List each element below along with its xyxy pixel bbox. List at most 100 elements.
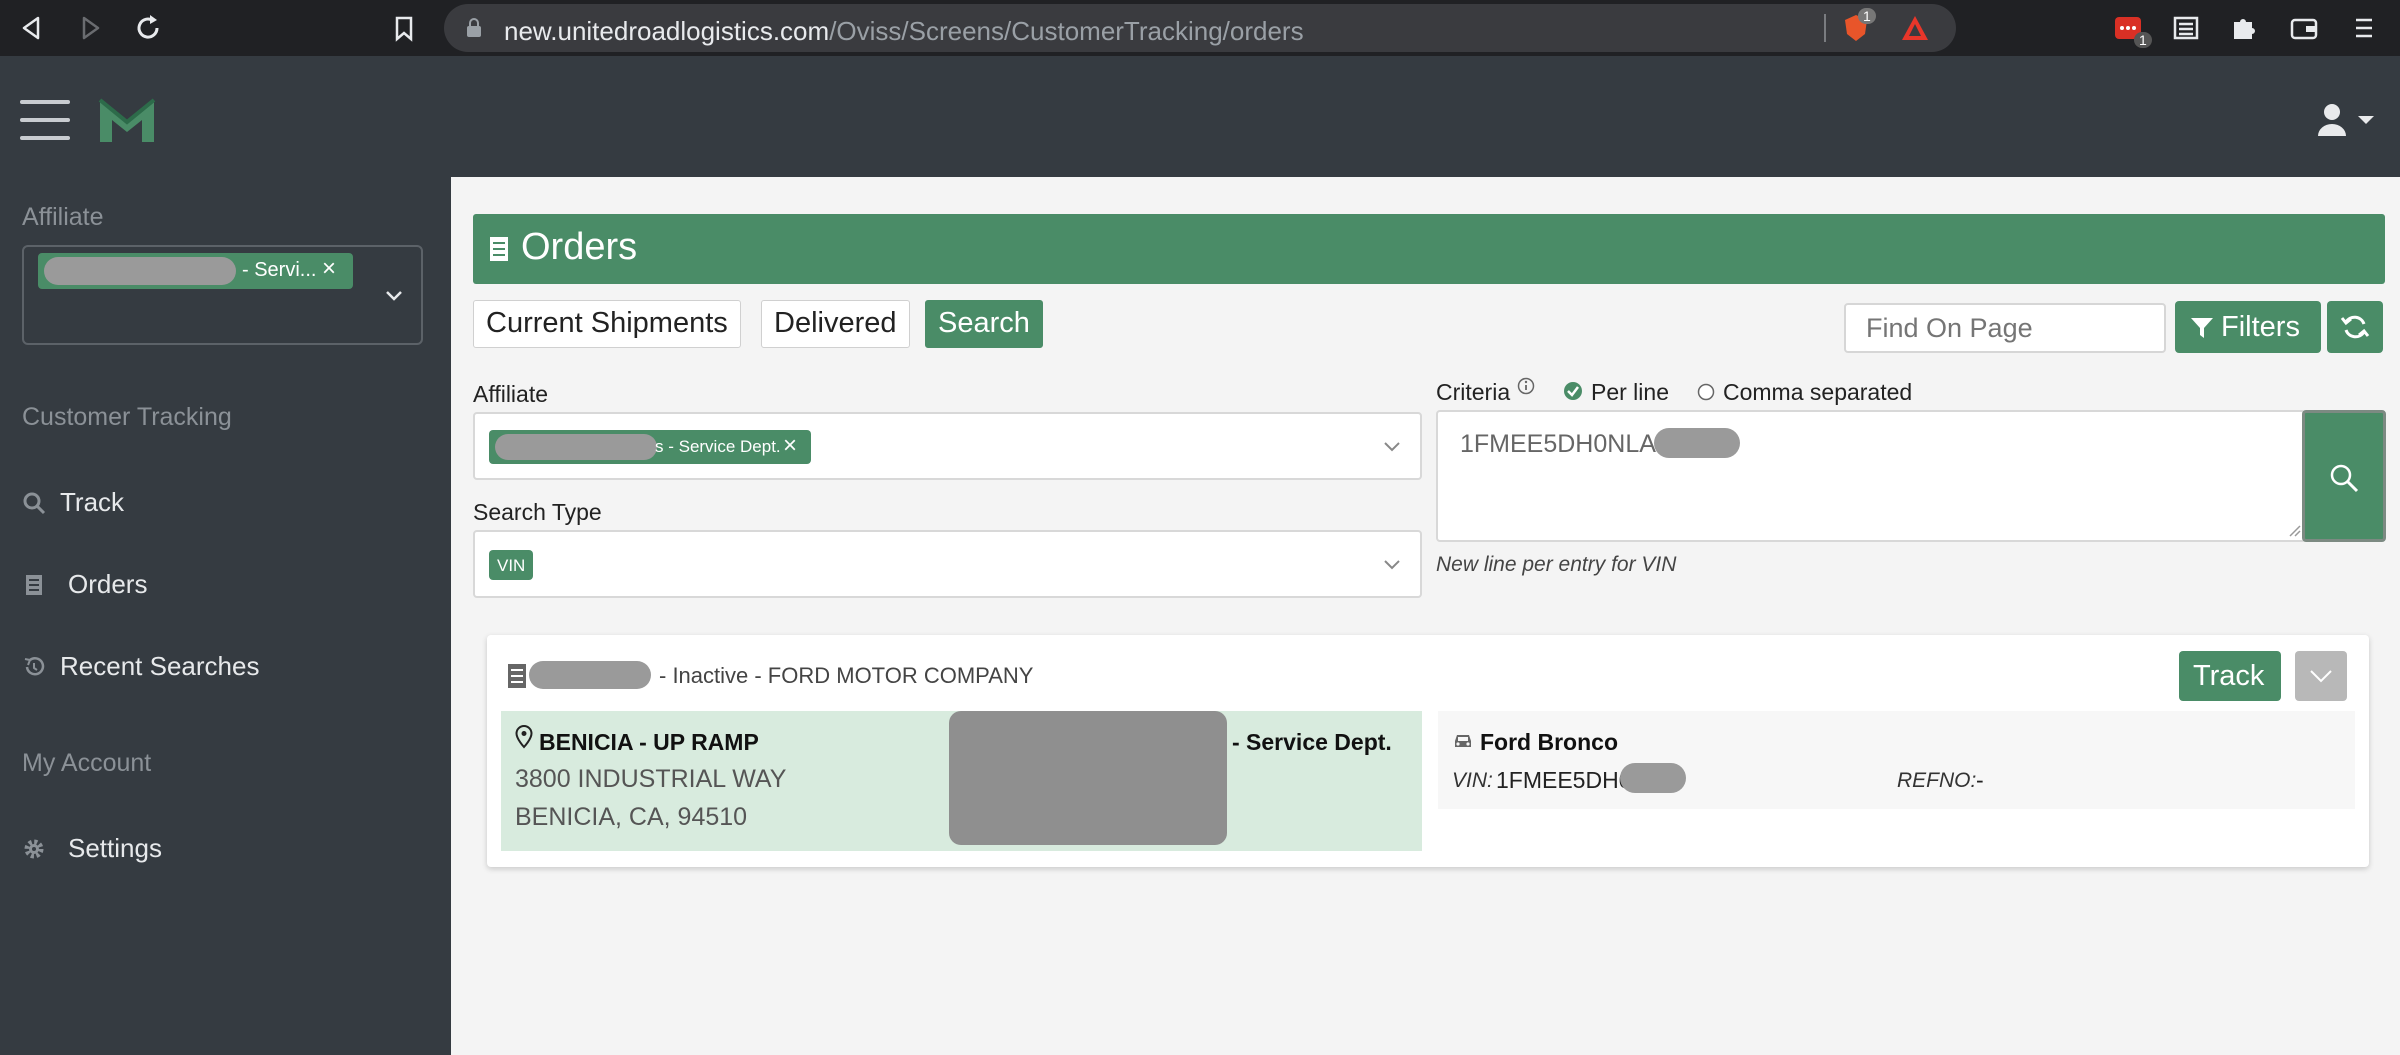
expand-button[interactable] <box>2295 651 2347 701</box>
refresh-button[interactable] <box>2327 301 2383 353</box>
sidebar-affiliate-chip: - Servi... × <box>38 253 353 289</box>
sidebar-item-label: Track <box>60 487 125 517</box>
reload-icon[interactable] <box>130 10 166 46</box>
pickup-address-line-2: BENICIA, CA, 94510 <box>515 803 748 831</box>
result-card: - Inactive - FORD MOTOR COMPANY Track BE… <box>487 635 2369 867</box>
search-button[interactable] <box>2302 410 2386 542</box>
redacted-block <box>529 661 651 689</box>
search-icon <box>23 492 46 515</box>
url-text: new.unitedroadlogistics.com/Oviss/Screen… <box>504 16 1304 46</box>
filters-label: Filters <box>2221 311 2300 343</box>
puzzle-icon[interactable] <box>2228 12 2260 44</box>
logo-icon <box>98 96 156 146</box>
affiliate-label: Affiliate <box>473 381 549 407</box>
extension-badge: 1 <box>2134 32 2152 48</box>
lock-icon <box>467 18 481 37</box>
redacted-block <box>1654 428 1740 458</box>
sidebar-item-label: Settings <box>68 833 162 863</box>
reading-list-icon[interactable] <box>2170 12 2202 44</box>
main-content: Orders Current Shipments Delivered Searc… <box>451 177 2400 1055</box>
vehicle-name: Ford Bronco <box>1480 729 1618 755</box>
radio-checked-icon <box>1564 382 1582 400</box>
tab-search[interactable]: Search <box>925 300 1043 348</box>
resize-handle-icon[interactable] <box>2288 524 2302 538</box>
back-icon[interactable] <box>14 10 50 46</box>
filter-icon <box>2191 318 2213 338</box>
vin-label: VIN: <box>1452 769 1493 792</box>
car-icon <box>1455 735 1471 747</box>
chevron-down-icon <box>1384 442 1400 452</box>
vehicle-info: Ford Bronco VIN: 1FMEE5DH0NLA REFNO: - <box>1438 711 2355 809</box>
chip-label: - Servi... <box>242 259 317 281</box>
history-icon <box>24 657 45 676</box>
find-on-page-input[interactable] <box>1844 303 2166 353</box>
browser-toolbar: new.unitedroadlogistics.com/Oviss/Screen… <box>0 0 2400 56</box>
chevron-down-icon <box>1384 560 1400 570</box>
app-header <box>0 56 2400 177</box>
map-pin-icon <box>515 725 533 749</box>
sidebar: Affiliate - Servi... × Customer Tracking… <box>0 177 451 1055</box>
affiliate-chip: s - Service Dept. × <box>489 430 811 464</box>
forward-icon[interactable] <box>72 10 108 46</box>
receipt-icon <box>490 237 508 261</box>
sidebar-affiliate-select[interactable]: - Servi... × <box>22 245 423 345</box>
criteria-label: Criteria <box>1436 379 1511 405</box>
chip-remove-icon[interactable]: × <box>322 255 336 283</box>
result-status: - Inactive - FORD MOTOR COMPANY <box>659 663 1034 688</box>
address-bar[interactable]: new.unitedroadlogistics.com/Oviss/Screen… <box>444 4 1956 52</box>
bookmark-icon[interactable] <box>386 10 422 46</box>
tab-delivered[interactable]: Delivered <box>761 300 910 348</box>
wallet-icon[interactable] <box>2288 12 2320 44</box>
user-icon <box>2318 104 2374 136</box>
hamburger-icon[interactable] <box>20 100 70 140</box>
brave-badge: 1 <box>1858 8 1876 24</box>
redacted-block <box>949 711 1227 845</box>
page-header: Orders <box>473 214 2385 284</box>
receipt-icon <box>508 664 526 688</box>
search-icon <box>2330 464 2359 493</box>
sidebar-affiliate-label: Affiliate <box>22 203 104 231</box>
chip-label: s - Service Dept. <box>655 437 781 456</box>
track-button-label: Track <box>2193 660 2265 692</box>
service-dept: - Service Dept. <box>1232 729 1392 755</box>
rewards-icon[interactable] <box>1900 14 1930 44</box>
extension-icon[interactable]: 1 <box>2112 12 2152 48</box>
info-icon[interactable] <box>1517 377 1535 395</box>
sidebar-item-label: Orders <box>68 569 148 599</box>
radio-unchecked-icon <box>1697 383 1715 401</box>
refno-value: - <box>1976 767 1984 793</box>
criteria-textarea[interactable]: 1FMEE5DH0NLA <box>1436 410 2306 542</box>
pickup-name: BENICIA - UP RAMP <box>539 729 759 755</box>
redacted-block <box>1620 763 1686 793</box>
chip-remove-icon[interactable]: × <box>783 432 797 460</box>
chevron-down-icon <box>2310 670 2332 683</box>
menu-icon[interactable] <box>2348 12 2380 44</box>
page-title: Orders <box>521 226 638 268</box>
redacted-block <box>44 257 236 285</box>
track-button[interactable]: Track <box>2179 651 2281 701</box>
search-type-chip: VIN <box>489 550 534 580</box>
search-type-select[interactable]: VIN <box>473 530 1422 598</box>
brave-shield-icon[interactable]: 1 <box>1840 8 1876 44</box>
gear-icon <box>24 839 44 859</box>
refresh-icon <box>2340 315 2370 339</box>
user-menu[interactable] <box>2314 102 2378 138</box>
chevron-down-icon <box>386 291 402 301</box>
radio-label: Per line <box>1591 379 1669 405</box>
pickup-address-line-1: 3800 INDUSTRIAL WAY <box>515 765 787 793</box>
criteria-hint: New line per entry for VIN <box>1436 553 1677 576</box>
radio-label: Comma separated <box>1723 379 1913 405</box>
affiliate-select[interactable]: s - Service Dept. × <box>473 412 1422 480</box>
tab-current-shipments[interactable]: Current Shipments <box>473 300 741 348</box>
redacted-block <box>495 434 657 460</box>
receipt-icon <box>26 575 42 595</box>
pickup-location: BENICIA - UP RAMP 3800 INDUSTRIAL WAY BE… <box>501 711 1422 851</box>
filters-button[interactable]: Filters <box>2175 301 2321 353</box>
section-my-account: My Account <box>22 749 152 777</box>
url-separator <box>1824 14 1826 42</box>
criteria-value: 1FMEE5DH0NLA <box>1460 430 1656 458</box>
search-type-label: Search Type <box>473 499 602 525</box>
sidebar-item-label: Recent Searches <box>60 651 260 681</box>
refno-label: REFNO: <box>1897 769 1977 792</box>
section-customer-tracking: Customer Tracking <box>22 403 232 431</box>
